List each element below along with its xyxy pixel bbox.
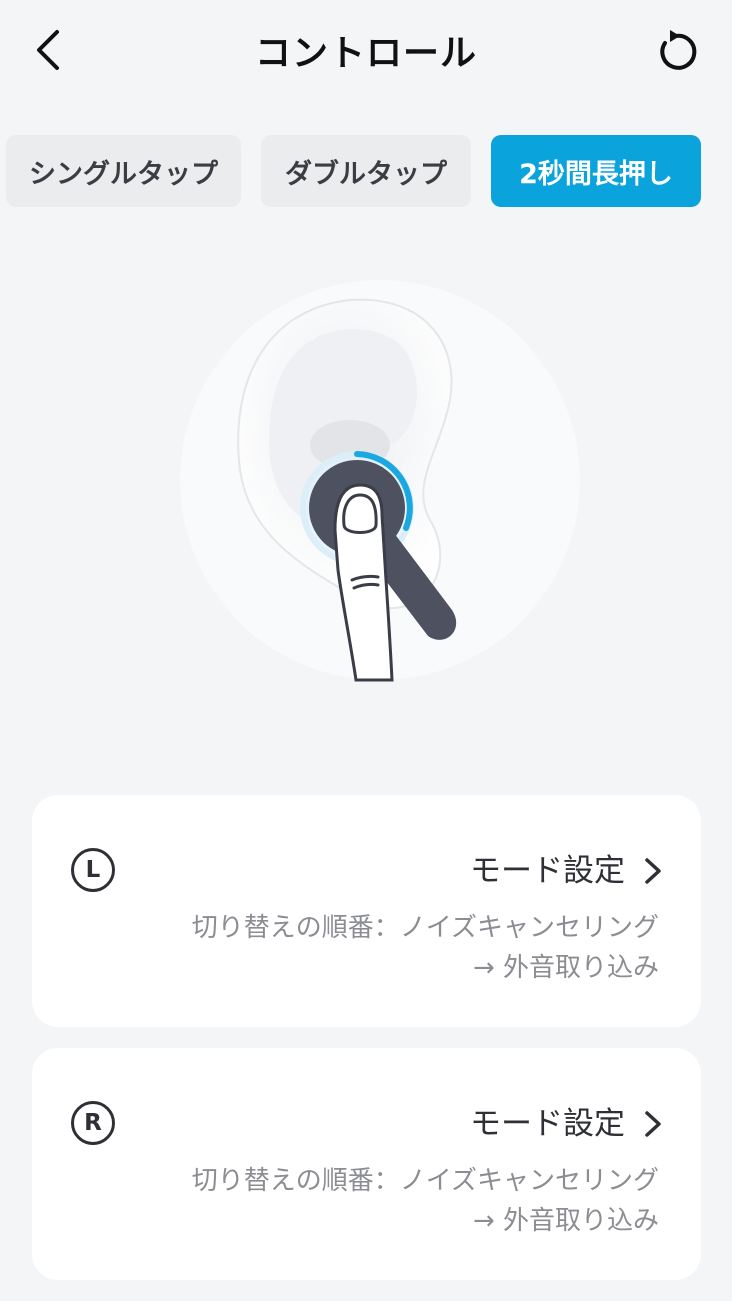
tab-bar: シングルタップ ダブルタップ 2秒間長押し [0, 135, 732, 207]
page-title: コントロール [254, 33, 477, 74]
tab-long-press[interactable]: 2秒間長押し [491, 135, 701, 207]
reset-icon [660, 30, 697, 70]
ear-earbud-illustration [180, 280, 580, 682]
order-line-1: 切り替えの順番：ノイズキャンセリング [191, 913, 659, 943]
switch-order-text: 切り替えの順番：ノイズキャンセリング → 外音取り込み [99, 1161, 659, 1241]
tab-double-tap[interactable]: ダブルタップ [261, 135, 471, 207]
order-line-2: → 外音取り込み [472, 953, 659, 983]
chevron-right-icon [645, 1111, 661, 1137]
long-press-illustration [160, 270, 580, 690]
mode-setting-title: モード設定 [470, 1106, 625, 1142]
switch-order-text: 切り替えの順番：ノイズキャンセリング → 外音取り込み [99, 908, 659, 988]
chevron-right-icon [645, 858, 661, 884]
right-side-badge: R [71, 1101, 115, 1145]
left-side-badge: L [71, 848, 115, 892]
reset-button[interactable] [650, 26, 702, 78]
order-line-1: 切り替えの順番：ノイズキャンセリング [191, 1166, 659, 1196]
header-bar: コントロール [0, 0, 732, 100]
tab-label: 2秒間長押し [519, 158, 673, 190]
mode-setting-title: モード設定 [470, 853, 625, 889]
order-line-2: → 外音取り込み [472, 1206, 659, 1236]
right-earbud-mode-card[interactable]: R モード設定 切り替えの順番：ノイズキャンセリング → 外音取り込み [32, 1048, 701, 1280]
tab-single-tap[interactable]: シングルタップ [6, 135, 241, 207]
tab-label: ダブルタップ [285, 158, 447, 190]
tab-label: シングルタップ [29, 158, 218, 190]
left-earbud-mode-card[interactable]: L モード設定 切り替えの順番：ノイズキャンセリング → 外音取り込み [32, 795, 701, 1027]
